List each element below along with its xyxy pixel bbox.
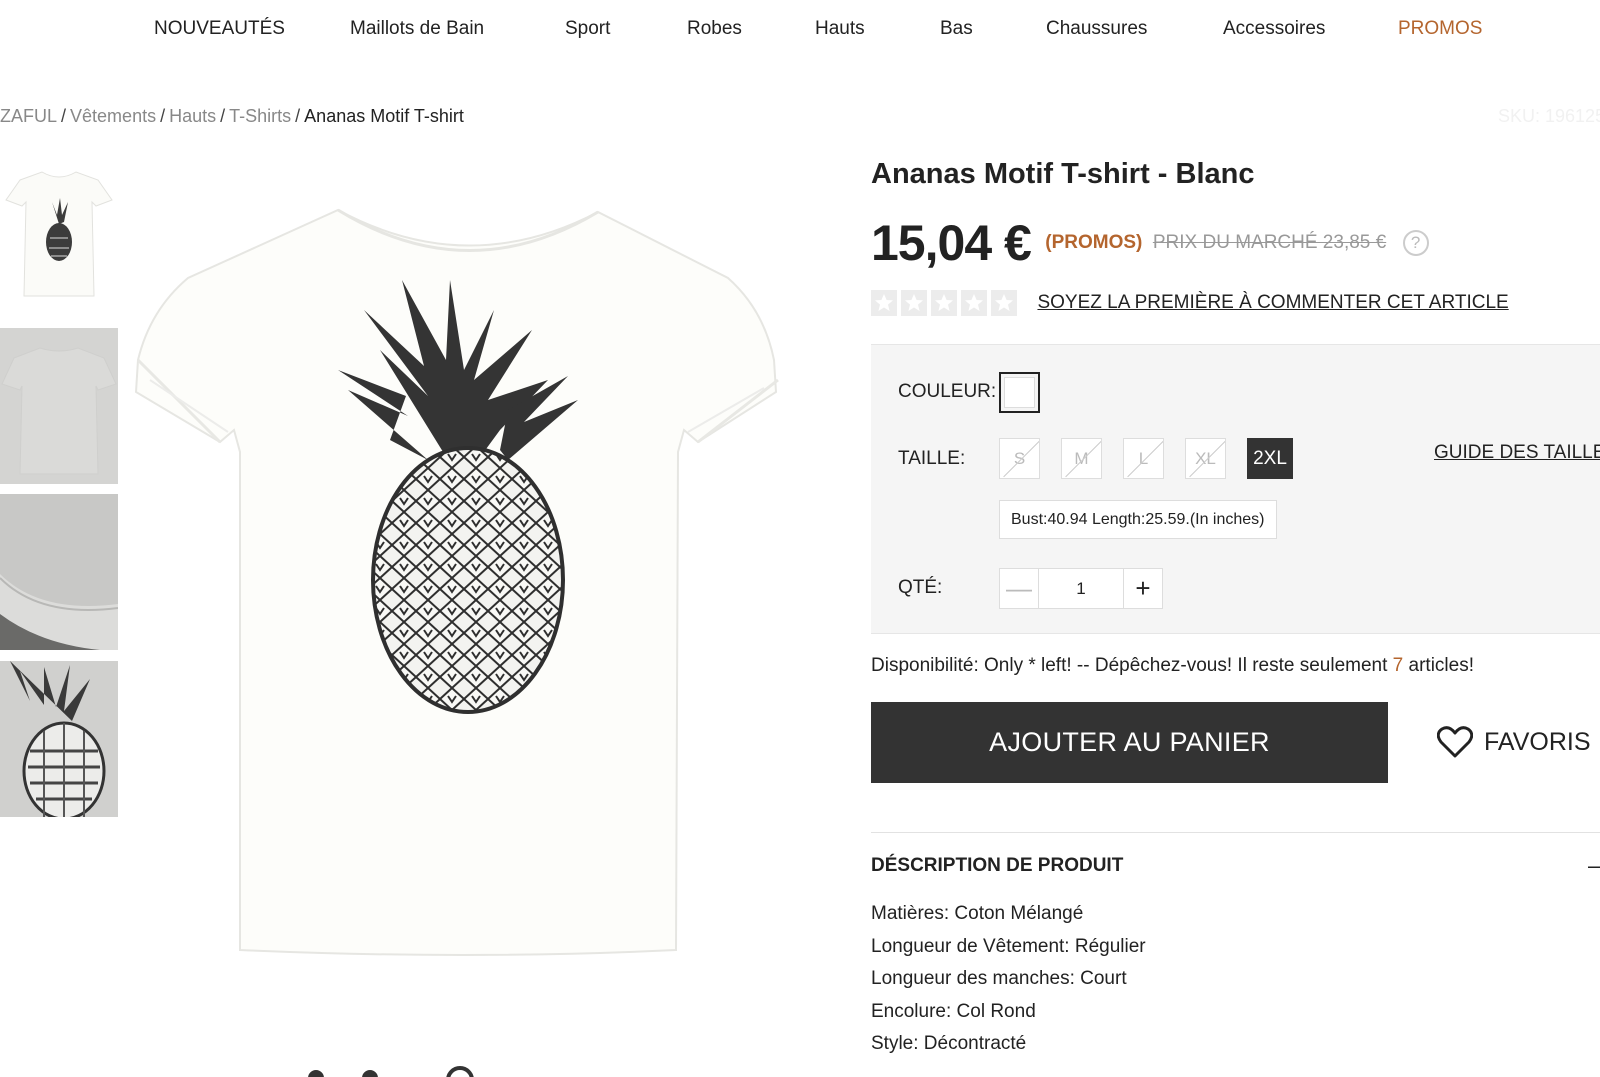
breadcrumb-separator: /: [295, 106, 301, 126]
unavailable-strike: [1065, 439, 1101, 478]
breadcrumb-separator: /: [61, 106, 67, 126]
favorites-label: FAVORIS: [1484, 727, 1591, 756]
availability-prefix: Disponibilité: Only * left! -- Dépêchez-…: [871, 655, 1393, 676]
size-option-2xl[interactable]: 2XL: [1247, 438, 1293, 479]
breadcrumb-current: Ananas Motif T-shirt: [304, 106, 464, 126]
promo-tag: (PROMOS): [1045, 232, 1143, 253]
product-title: Ananas Motif T-shirt - Blanc: [871, 158, 1255, 190]
size-guide-link[interactable]: GUIDE DES TAILLES: [1434, 442, 1600, 464]
description-item: Matières: Coton Mélangé: [871, 903, 1084, 924]
description-heading[interactable]: DÉSCRIPTION DE PRODUIT: [871, 855, 1123, 877]
favorites-button[interactable]: FAVORIS: [1437, 722, 1591, 762]
availability-suffix: articles!: [1403, 655, 1474, 676]
price-row: 15,04 € (PROMOS) PRIX DU MARCHÉ 23,85 € …: [871, 214, 1429, 274]
star-icon: [991, 290, 1017, 316]
color-swatch-white[interactable]: [999, 372, 1040, 413]
thumbnail-back[interactable]: [0, 328, 118, 484]
unavailable-strike: [1127, 439, 1163, 478]
breadcrumb: ZAFUL / Vêtements / Hauts / T-Shirts / Ananas Mo…: [0, 106, 464, 127]
add-to-cart-button[interactable]: AJOUTER AU PANIER: [871, 702, 1388, 783]
size-option-xl[interactable]: XL: [1185, 438, 1226, 479]
nav-item-robes[interactable]: Robes: [687, 18, 742, 40]
color-label: COULEUR:: [898, 381, 997, 402]
description-item: Longueur des manches: Court: [871, 968, 1127, 989]
breadcrumb-link-vetements[interactable]: Vêtements: [70, 106, 156, 126]
size-label: TAILLE:: [898, 448, 966, 469]
product-options-panel: COULEUR: TAILLE: S M L XL 2XL GUIDE DES …: [871, 344, 1600, 634]
heart-icon: [1437, 726, 1473, 758]
star-icon: [871, 290, 897, 316]
qty-label: QTÉ:: [898, 577, 943, 598]
thumbnail-front[interactable]: [0, 160, 118, 304]
description-list: Matières: Coton Mélangé Longueur de Vête…: [871, 903, 1146, 1066]
description-item: Encolure: Col Rond: [871, 1000, 1036, 1022]
nav-item-promos[interactable]: PROMOS: [1398, 18, 1482, 40]
qty-input[interactable]: 1: [1039, 569, 1123, 608]
breadcrumb-link-hauts[interactable]: Hauts: [169, 106, 216, 126]
size-option-l[interactable]: L: [1123, 438, 1164, 479]
size-option-label: 2XL: [1253, 448, 1287, 469]
breadcrumb-link-tshirts[interactable]: T-Shirts: [229, 106, 291, 126]
breadcrumb-separator: /: [220, 106, 226, 126]
size-option-s[interactable]: S: [999, 438, 1040, 479]
collapse-toggle[interactable]: —: [1588, 853, 1600, 879]
description-item: Style: Décontracté: [871, 1033, 1027, 1054]
unavailable-strike: [1003, 439, 1039, 478]
product-price: 15,04 €: [871, 215, 1032, 271]
qty-decrease-button[interactable]: —: [1000, 569, 1039, 608]
rating-stars: [871, 290, 1021, 316]
nav-item-nouveautes[interactable]: NOUVEAUTÉS: [154, 18, 285, 40]
nav-item-accessoires[interactable]: Accessoires: [1223, 18, 1325, 40]
star-icon: [961, 290, 987, 316]
description-item: Longueur de Vêtement: Régulier: [871, 935, 1146, 957]
product-main-image[interactable]: [128, 160, 808, 1000]
image-carousel-peek: [300, 1064, 500, 1077]
quantity-stepper: — 1 +: [999, 568, 1163, 609]
market-price: PRIX DU MARCHÉ 23,85 €: [1152, 232, 1387, 253]
availability-text: Disponibilité: Only * left! -- Dépêchez-…: [871, 655, 1474, 677]
thumbnail-fabric-detail[interactable]: [0, 494, 118, 650]
help-icon[interactable]: ?: [1402, 230, 1429, 256]
nav-item-bas[interactable]: Bas: [940, 18, 973, 40]
write-review-link[interactable]: SOYEZ LA PREMIÈRE À COMMENTER CET ARTICL…: [1037, 292, 1508, 313]
nav-item-maillots-de-bain[interactable]: Maillots de Bain: [350, 18, 484, 40]
main-nav: NOUVEAUTÉS Maillots de Bain Sport Robes …: [0, 0, 1600, 62]
star-icon: [901, 290, 927, 316]
qty-increase-button[interactable]: +: [1123, 569, 1162, 608]
size-option-m[interactable]: M: [1061, 438, 1102, 479]
size-measurements: Bust:40.94 Length:25.59.(In inches): [999, 500, 1277, 539]
stock-count: 7: [1392, 655, 1404, 676]
section-divider: [871, 832, 1600, 833]
breadcrumb-link-zaful[interactable]: ZAFUL: [0, 106, 57, 126]
thumbnail-print-closeup[interactable]: [0, 661, 118, 817]
breadcrumb-separator: /: [160, 106, 166, 126]
rating-row: SOYEZ LA PREMIÈRE À COMMENTER CET ARTICL…: [871, 290, 1509, 320]
star-icon: [931, 290, 957, 316]
nav-item-hauts[interactable]: Hauts: [815, 18, 865, 40]
nav-item-sport[interactable]: Sport: [565, 18, 610, 40]
color-swatch-fill: [1004, 377, 1035, 408]
nav-item-chaussures[interactable]: Chaussures: [1046, 18, 1147, 40]
sku-label: SKU: 196125: [1498, 106, 1600, 126]
